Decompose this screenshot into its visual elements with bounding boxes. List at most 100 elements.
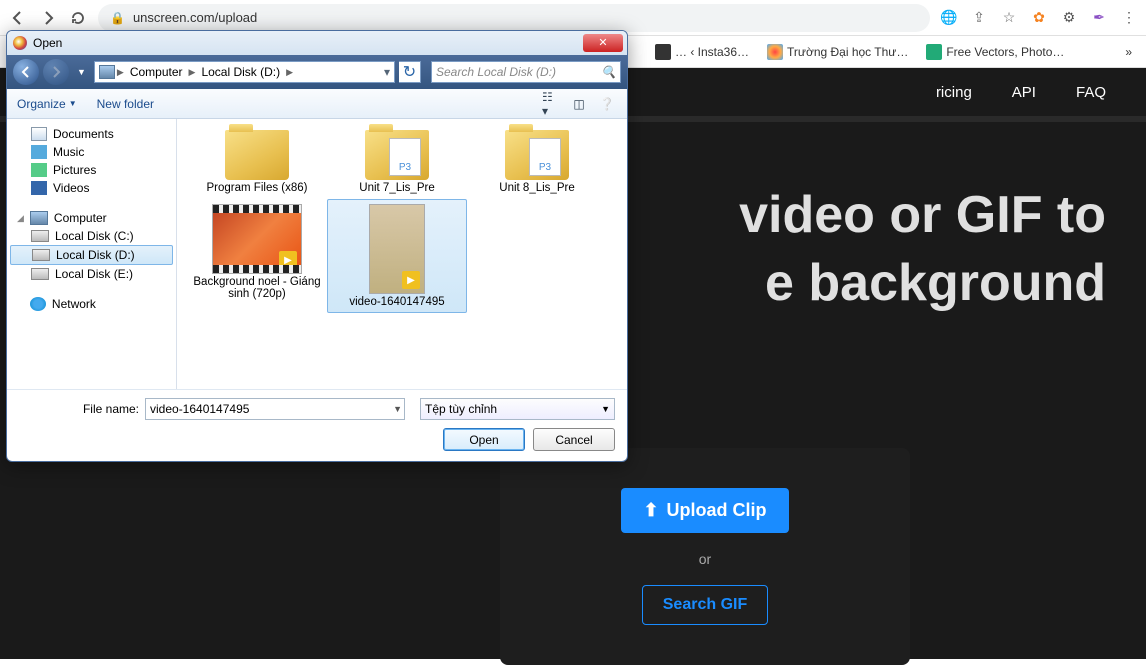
filename-dropdown[interactable]: ▼ [393,404,402,414]
share-icon[interactable]: ⇪ [970,9,988,27]
sidebar-disk-c[interactable]: Local Disk (C:) [7,227,176,245]
videos-icon [31,181,47,195]
video-thumbnail: ▶ [212,204,302,274]
sidebar-label: Network [52,297,96,311]
nav-back-button[interactable] [13,59,39,85]
upload-button-label: Upload Clip [667,500,767,521]
dialog-footer: File name: ▼ Tệp tùy chỉnh▼ Open Cancel [7,389,627,459]
crumb-computer[interactable]: Computer [126,65,187,79]
play-badge-icon: ▶ [279,251,297,269]
reload-button[interactable] [68,8,88,28]
toolbar-right: 🌐 ⇪ ☆ ✿ ⚙ ✒ ⋮ [940,9,1138,27]
ext-carrot-icon[interactable]: ✿ [1030,9,1048,27]
documents-icon [31,127,47,141]
search-input[interactable]: Search Local Disk (D:) 🔍 [431,61,621,83]
new-folder-button[interactable]: New folder [97,97,154,111]
sidebar-label: Local Disk (C:) [55,229,134,243]
ext-feather-icon[interactable]: ✒ [1090,9,1108,27]
chevron-right-icon: ▶ [187,67,198,78]
organize-menu[interactable]: Organize▼ [17,97,77,111]
sidebar-disk-d[interactable]: Local Disk (D:) [10,245,173,265]
menu-icon[interactable]: ⋮ [1120,9,1138,27]
star-icon[interactable]: ☆ [1000,9,1018,27]
disk-icon [31,268,49,280]
ext-gear-icon[interactable]: ⚙ [1060,9,1078,27]
file-label: Background noel - Giáng sinh (720p) [192,276,322,300]
folder-unit8[interactable]: Unit 8_Lis_Pre [467,125,607,199]
crumb-disk[interactable]: Local Disk (D:) [197,65,284,79]
upload-clip-button[interactable]: ⬆ Upload Clip [621,488,788,533]
address-bar[interactable]: 🔒 unscreen.com/upload [98,4,930,32]
back-button[interactable] [8,8,28,28]
nav-forward-button[interactable] [43,59,69,85]
bookmark-label: Trường Đại học Thư… [787,45,908,59]
bookmark-label: … ‹ Insta36… [675,45,749,59]
filetype-select[interactable]: Tệp tùy chỉnh▼ [420,398,615,420]
filename-input[interactable] [145,398,405,420]
upload-icon: ⬆ [643,500,658,521]
maps-pin-icon [767,44,783,60]
file-label: video-1640147495 [332,296,462,308]
open-button[interactable]: Open [443,428,525,451]
cancel-button-label: Cancel [555,433,592,447]
sidebar-label: Videos [53,181,89,195]
sidebar-documents[interactable]: Documents [7,125,176,143]
video-thumbnail: ▶ [369,204,425,294]
nav-history-dropdown[interactable]: ▼ [77,67,86,77]
nav-pricing[interactable]: ricing [936,84,972,101]
bookmark-truongdaihoc[interactable]: Trường Đại học Thư… [761,42,914,62]
sidebar-label: Local Disk (E:) [55,267,133,281]
file-pane[interactable]: Program Files (x86) Unit 7_Lis_Pre Unit … [177,119,627,389]
url-text: unscreen.com/upload [133,10,257,25]
file-background-noel[interactable]: ▶ Background noel - Giáng sinh (720p) [187,199,327,313]
network-icon [30,297,46,311]
refresh-button[interactable]: ↻ [399,61,421,83]
folder-icon [505,130,569,180]
sidebar-network-group[interactable]: ◢Network [7,293,176,313]
view-mode-button[interactable]: ☷ ▾ [541,95,561,113]
folder-icon [225,130,289,180]
navigation-sidebar: Documents Music Pictures Videos ◢Compute… [7,119,177,389]
nav-faq[interactable]: FAQ [1076,84,1106,101]
sidebar-label: Local Disk (D:) [56,248,135,262]
bookmark-freevectors[interactable]: Free Vectors, Photo… [920,42,1070,62]
sidebar-videos[interactable]: Videos [7,179,176,197]
sidebar-disk-e[interactable]: Local Disk (E:) [7,265,176,283]
upload-card: ⬆ Upload Clip or Search GIF [500,448,910,665]
newfolder-label: New folder [97,97,154,111]
nav-api[interactable]: API [1012,84,1036,101]
bookmark-icon [655,44,671,60]
breadcrumb-dropdown[interactable]: ▾ [384,65,390,79]
disk-icon [32,249,50,261]
help-button[interactable]: ❔ [597,95,617,113]
search-icon: 🔍 [601,65,616,79]
breadcrumb-bar[interactable]: ▶ Computer ▶ Local Disk (D:) ▶ ▾ [94,61,395,83]
folder-icon [365,130,429,180]
pictures-icon [31,163,47,177]
app-icon [13,36,27,50]
dialog-title: Open [33,36,62,50]
bookmark-overflow[interactable]: » [1119,43,1138,61]
search-gif-button[interactable]: Search GIF [642,585,768,625]
folder-unit7[interactable]: Unit 7_Lis_Pre [327,125,467,199]
or-text: or [540,551,870,567]
music-icon [31,145,47,159]
file-video-1640147495[interactable]: ▶ video-1640147495 [327,199,467,313]
chevron-right-icon: ▶ [284,67,295,78]
sidebar-label: Documents [53,127,114,141]
play-badge-icon: ▶ [402,271,420,289]
close-button[interactable]: ✕ [583,34,623,52]
search-button-label: Search GIF [663,596,747,614]
sidebar-label: Music [53,145,84,159]
dialog-titlebar[interactable]: Open ✕ [7,31,627,55]
cancel-button[interactable]: Cancel [533,428,615,451]
file-open-dialog: Open ✕ ▼ ▶ Computer ▶ Local Disk (D:) ▶ … [6,30,628,462]
sidebar-music[interactable]: Music [7,143,176,161]
preview-pane-button[interactable]: ◫ [569,95,589,113]
bookmark-insta[interactable]: … ‹ Insta36… [649,42,755,62]
forward-button[interactable] [38,8,58,28]
folder-program-files[interactable]: Program Files (x86) [187,125,327,199]
sidebar-pictures[interactable]: Pictures [7,161,176,179]
sidebar-computer-group[interactable]: ◢Computer [7,207,176,227]
translate-icon[interactable]: 🌐 [940,9,958,27]
